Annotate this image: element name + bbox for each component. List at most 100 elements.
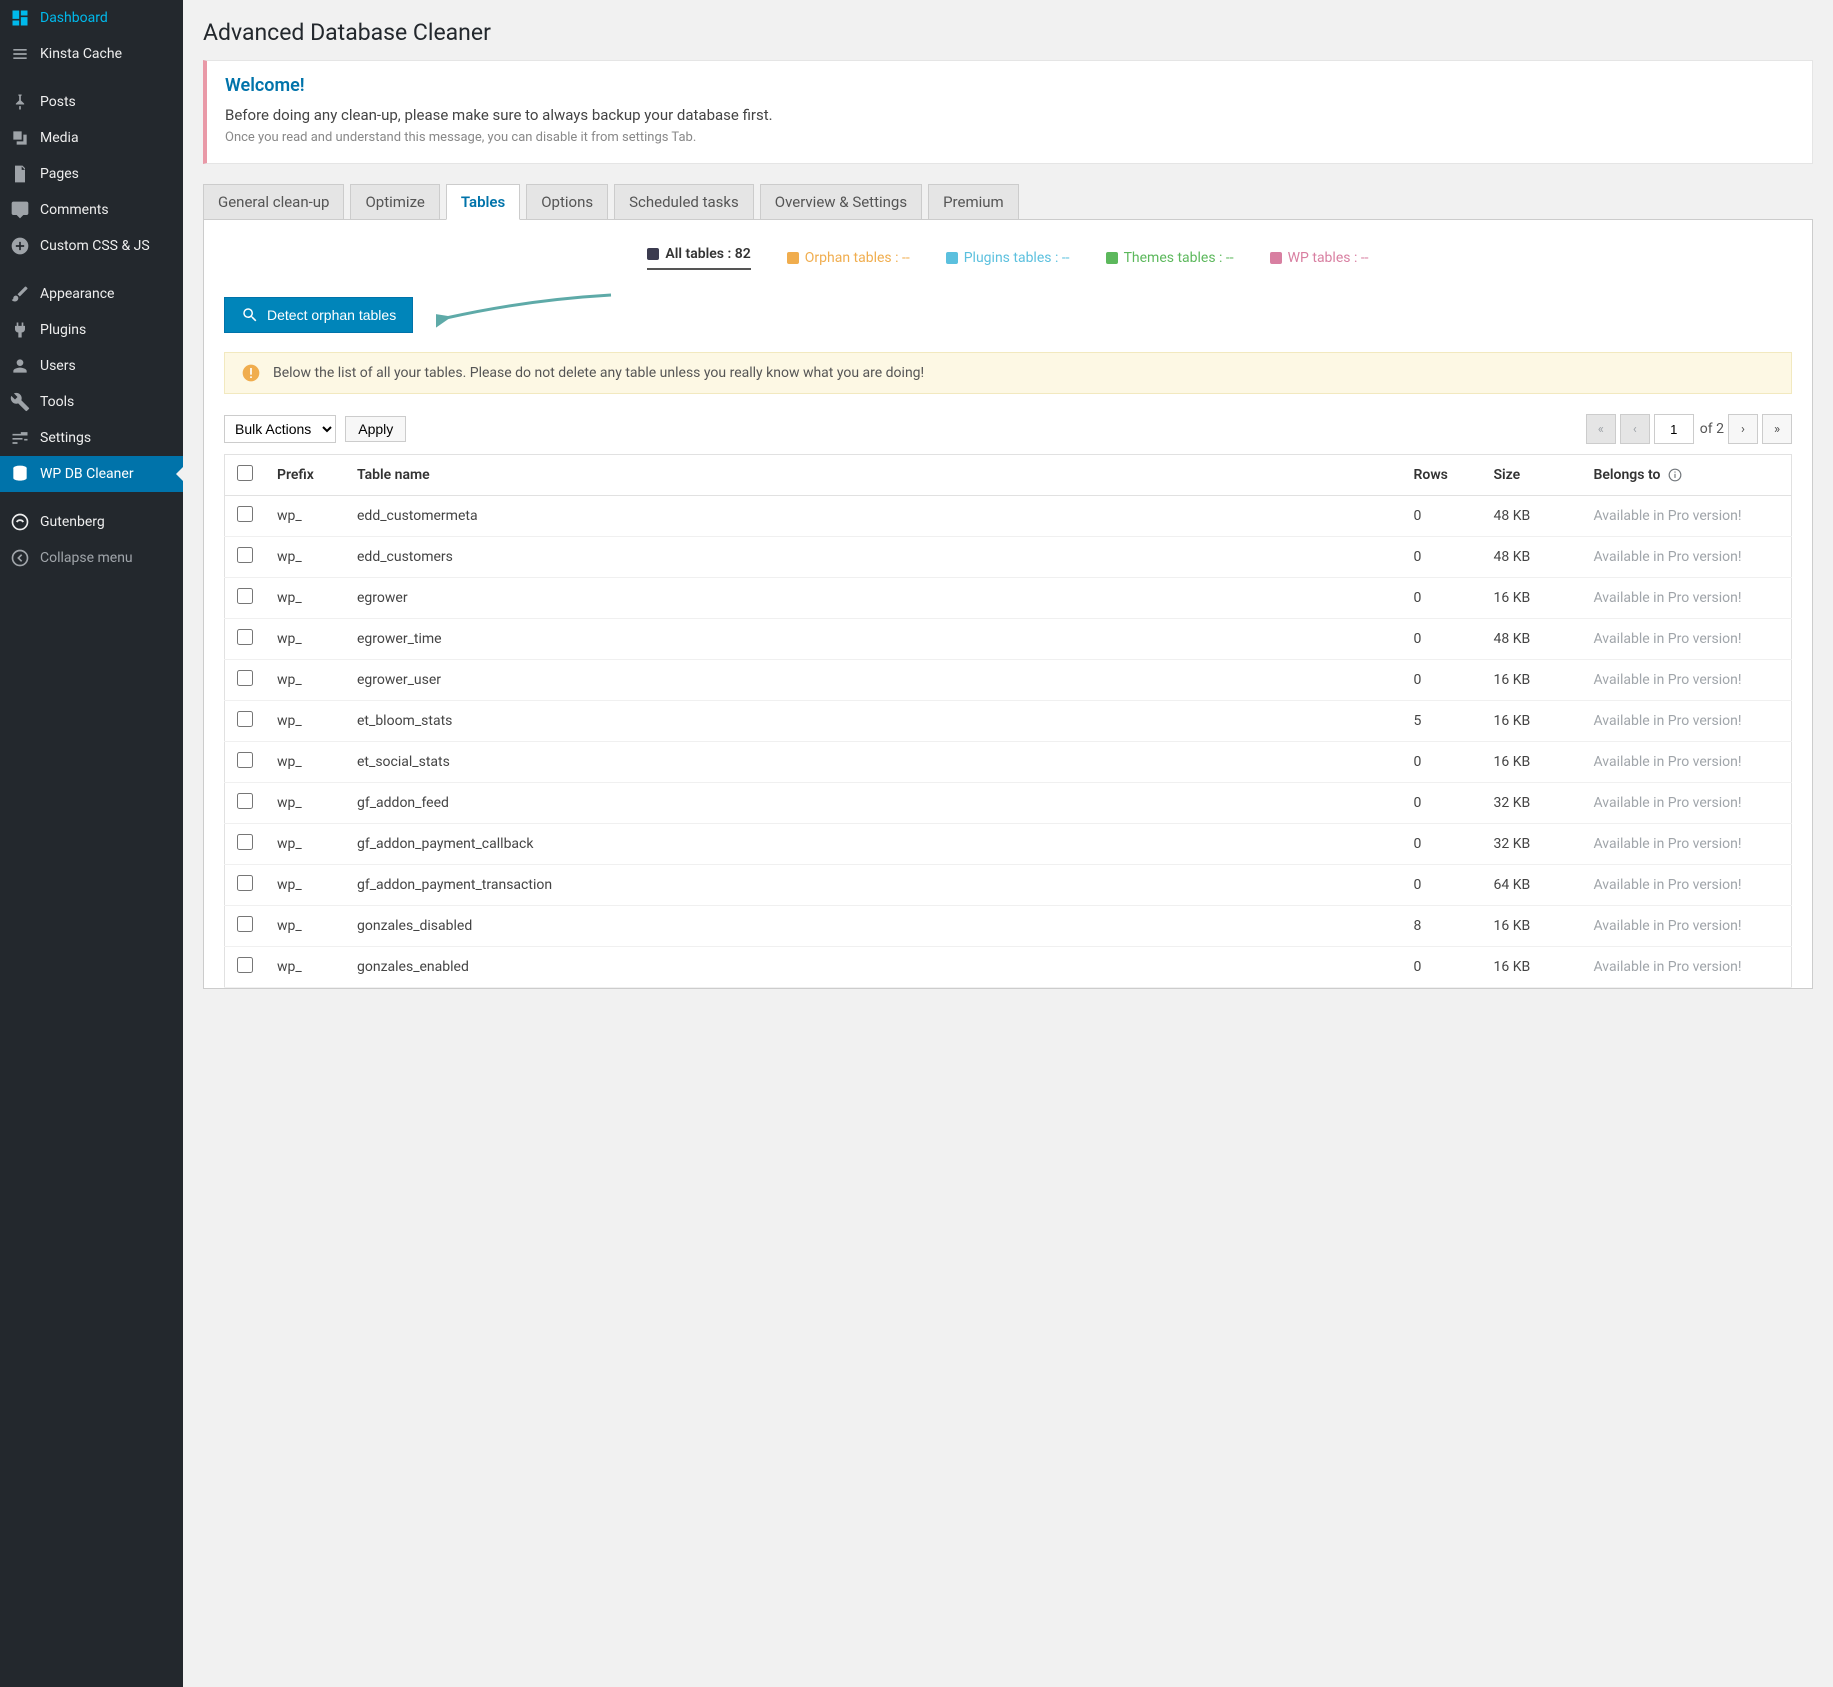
cell-name: et_social_stats: [345, 742, 1402, 783]
cell-rows: 0: [1402, 783, 1482, 824]
stack-icon: [10, 44, 30, 64]
row-checkbox[interactable]: [237, 588, 253, 604]
pagination-current-input[interactable]: [1654, 414, 1694, 444]
tab-tables[interactable]: Tables: [446, 184, 520, 220]
table-row: wp_et_social_stats016 KBAvailable in Pro…: [225, 742, 1792, 783]
pin-icon: [10, 92, 30, 112]
sidebar-item-label: Settings: [40, 430, 91, 446]
sidebar-item-kinsta-cache[interactable]: Kinsta Cache: [0, 36, 183, 72]
cell-prefix: wp_: [265, 947, 345, 988]
bulk-actions-select[interactable]: Bulk Actions: [224, 415, 336, 443]
select-all-checkbox[interactable]: [237, 465, 253, 481]
row-checkbox[interactable]: [237, 875, 253, 891]
sidebar-item-plugins[interactable]: Plugins: [0, 312, 183, 348]
pagination-next-button[interactable]: ›: [1728, 414, 1758, 444]
cell-prefix: wp_: [265, 660, 345, 701]
legend-item[interactable]: All tables : 82: [647, 246, 750, 270]
sidebar-item-label: Dashboard: [40, 10, 108, 26]
legend-item[interactable]: Themes tables : --: [1106, 250, 1234, 266]
sidebar-item-pages[interactable]: Pages: [0, 156, 183, 192]
annotation-arrow: [436, 290, 616, 334]
legend-item[interactable]: WP tables : --: [1270, 250, 1369, 266]
sidebar-item-dashboard[interactable]: Dashboard: [0, 0, 183, 36]
pagination-prev-button[interactable]: ‹: [1620, 414, 1650, 444]
welcome-notice: Welcome! Before doing any clean-up, plea…: [203, 60, 1813, 164]
sidebar-item-label: Appearance: [40, 286, 114, 302]
row-checkbox[interactable]: [237, 711, 253, 727]
row-checkbox[interactable]: [237, 752, 253, 768]
row-checkbox[interactable]: [237, 547, 253, 563]
tab-overview-settings[interactable]: Overview & Settings: [760, 184, 922, 220]
cell-rows: 0: [1402, 660, 1482, 701]
row-checkbox[interactable]: [237, 793, 253, 809]
header-name[interactable]: Table name: [345, 455, 1402, 496]
legend-label: Themes tables : --: [1124, 250, 1234, 266]
cell-size: 16 KB: [1482, 578, 1582, 619]
welcome-title: Welcome!: [225, 75, 1794, 96]
table-row: wp_gf_addon_payment_callback032 KBAvaila…: [225, 824, 1792, 865]
wrench-icon: [10, 392, 30, 412]
sidebar-item-gutenberg[interactable]: Gutenberg: [0, 504, 183, 540]
sidebar-item-label: WP DB Cleaner: [40, 466, 134, 482]
tab-content: All tables : 82 Orphan tables : -- Plugins…: [203, 220, 1813, 989]
legend-label: Orphan tables : --: [805, 250, 910, 266]
sidebar-item-label: Posts: [40, 94, 76, 110]
cell-prefix: wp_: [265, 537, 345, 578]
detect-orphan-tables-button[interactable]: Detect orphan tables: [224, 297, 413, 333]
header-belongs[interactable]: Belongs to: [1582, 455, 1792, 496]
row-checkbox[interactable]: [237, 629, 253, 645]
row-checkbox[interactable]: [237, 957, 253, 973]
legend-item[interactable]: Orphan tables : --: [787, 250, 910, 266]
sidebar-item-label: Users: [40, 358, 76, 374]
legend-label: WP tables : --: [1288, 250, 1369, 266]
tab-general-clean-up[interactable]: General clean-up: [203, 184, 344, 220]
header-rows[interactable]: Rows: [1402, 455, 1482, 496]
sidebar-item-posts[interactable]: Posts: [0, 84, 183, 120]
tab-premium[interactable]: Premium: [928, 184, 1019, 220]
tab-optimize[interactable]: Optimize: [350, 184, 439, 220]
sidebar-item-label: Pages: [40, 166, 79, 182]
legend-color-square: [1106, 252, 1118, 264]
header-size[interactable]: Size: [1482, 455, 1582, 496]
sidebar-item-comments[interactable]: Comments: [0, 192, 183, 228]
cell-name: gonzales_disabled: [345, 906, 1402, 947]
cell-belongs: Available in Pro version!: [1582, 824, 1792, 865]
main-content: Advanced Database Cleaner Welcome! Befor…: [183, 0, 1833, 1009]
tab-options[interactable]: Options: [526, 184, 608, 220]
cell-size: 48 KB: [1482, 537, 1582, 578]
row-checkbox[interactable]: [237, 670, 253, 686]
sidebar-item-wp-db-cleaner[interactable]: WP DB Cleaner: [0, 456, 183, 492]
header-prefix[interactable]: Prefix: [265, 455, 345, 496]
pagination-last-button[interactable]: »: [1762, 414, 1792, 444]
sidebar-item-settings[interactable]: Settings: [0, 420, 183, 456]
table-row: wp_egrower_user016 KBAvailable in Pro ve…: [225, 660, 1792, 701]
row-checkbox[interactable]: [237, 506, 253, 522]
row-checkbox[interactable]: [237, 916, 253, 932]
apply-button[interactable]: Apply: [345, 416, 406, 442]
table-row: wp_gonzales_disabled816 KBAvailable in P…: [225, 906, 1792, 947]
welcome-subtext: Once you read and understand this messag…: [225, 130, 1794, 145]
legend-color-square: [787, 252, 799, 264]
header-checkbox-cell: [225, 455, 266, 496]
cell-prefix: wp_: [265, 865, 345, 906]
collapse-icon: [10, 548, 30, 568]
cell-prefix: wp_: [265, 496, 345, 537]
cell-belongs: Available in Pro version!: [1582, 947, 1792, 988]
legend-item[interactable]: Plugins tables : --: [946, 250, 1070, 266]
cell-name: gf_addon_payment_transaction: [345, 865, 1402, 906]
tab-scheduled-tasks[interactable]: Scheduled tasks: [614, 184, 754, 220]
sidebar-item-media[interactable]: Media: [0, 120, 183, 156]
sidebar-item-users[interactable]: Users: [0, 348, 183, 384]
table-row: wp_gf_addon_payment_transaction064 KBAva…: [225, 865, 1792, 906]
sidebar-item-collapse-menu[interactable]: Collapse menu: [0, 540, 183, 576]
cell-size: 16 KB: [1482, 742, 1582, 783]
pagination-first-button[interactable]: «: [1586, 414, 1616, 444]
sidebar-item-tools[interactable]: Tools: [0, 384, 183, 420]
sidebar-item-custom-css-js[interactable]: Custom CSS & JS: [0, 228, 183, 264]
cell-belongs: Available in Pro version!: [1582, 619, 1792, 660]
dashboard-icon: [10, 8, 30, 28]
table-row: wp_edd_customermeta048 KBAvailable in Pr…: [225, 496, 1792, 537]
sidebar-item-appearance[interactable]: Appearance: [0, 276, 183, 312]
row-checkbox[interactable]: [237, 834, 253, 850]
cell-rows: 0: [1402, 742, 1482, 783]
